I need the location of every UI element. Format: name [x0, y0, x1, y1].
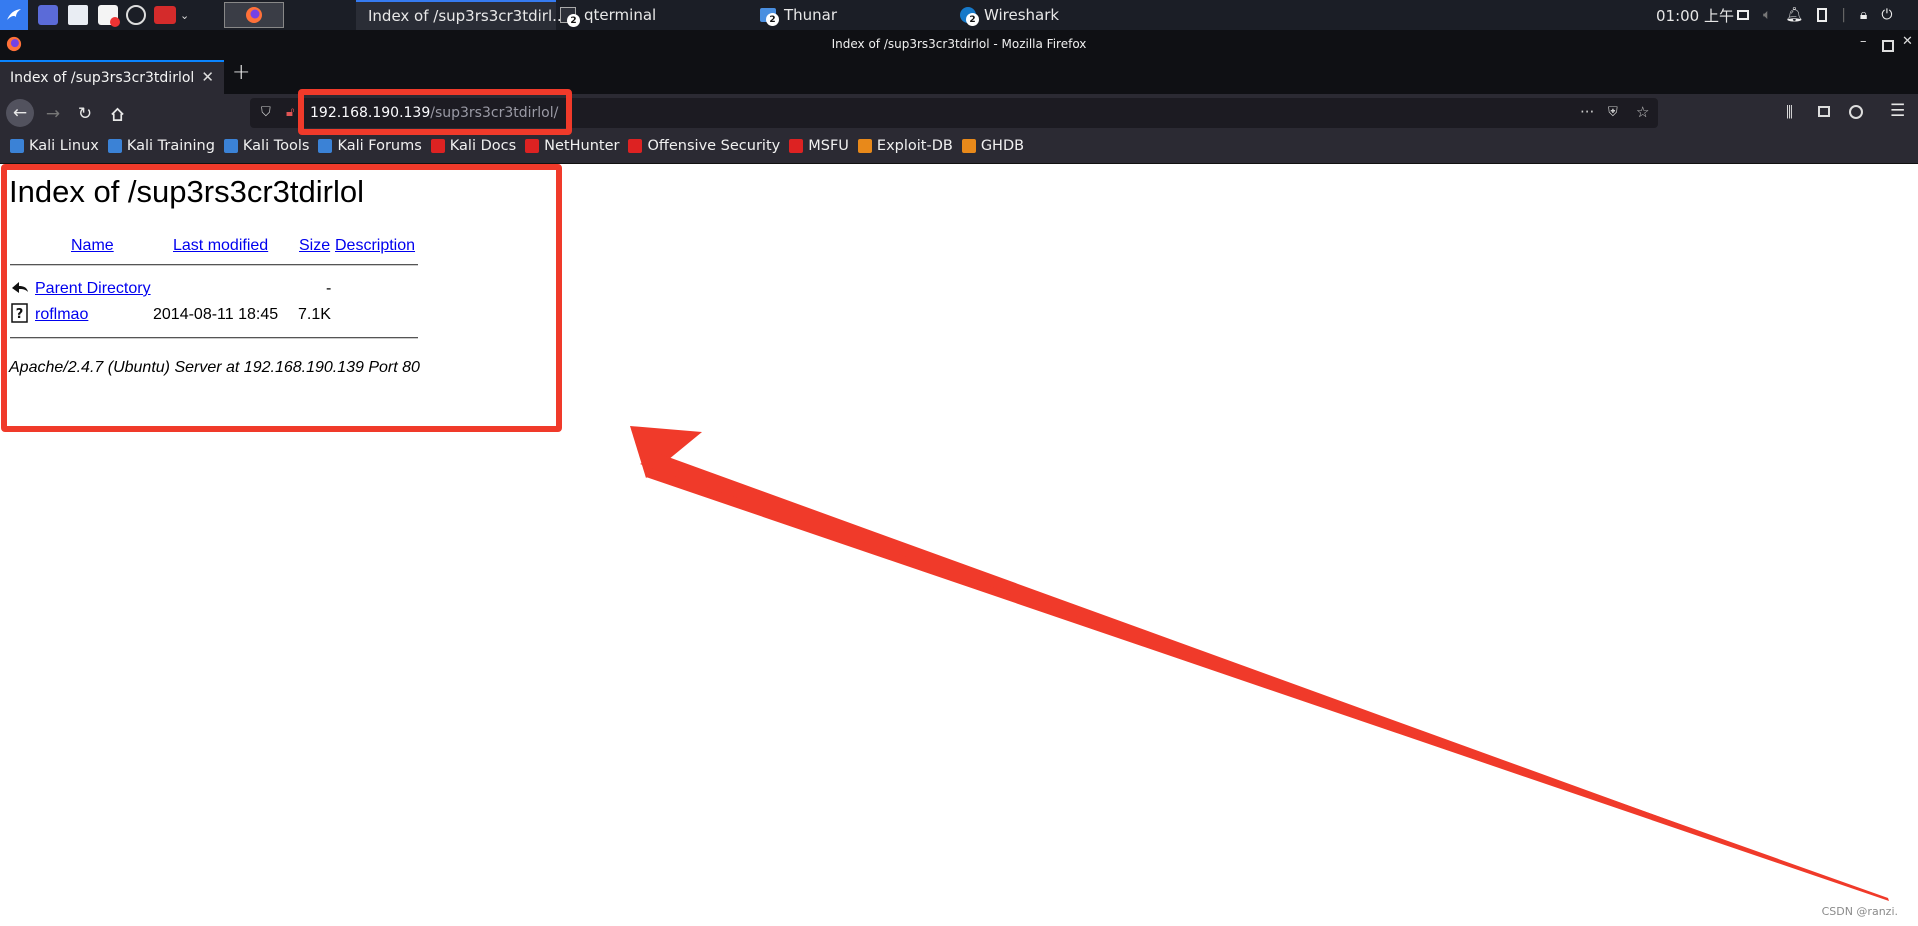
- annotation-arrow: [630, 426, 1889, 901]
- bookmark-label: MSFU: [808, 138, 849, 154]
- terminal-emulator-icon[interactable]: [154, 6, 176, 24]
- task-wireshark[interactable]: 2 Wireshark: [960, 0, 1059, 30]
- kali-icon: [223, 139, 238, 153]
- bookmarks-toolbar: Kali Linux Kali Training Kali Tools Kali Fo…: [0, 132, 1918, 164]
- display-icon[interactable]: [1737, 10, 1749, 20]
- window-count-badge: 2: [766, 13, 779, 26]
- task-label: qterminal: [584, 6, 657, 24]
- power-icon[interactable]: ⏻: [1881, 7, 1892, 23]
- annotation-url-highlight-box: [298, 89, 572, 135]
- chevron-down-icon[interactable]: ⌄: [180, 9, 189, 22]
- library-icon[interactable]: ⫼: [1786, 103, 1793, 121]
- desktop-icon[interactable]: [38, 5, 58, 25]
- tracking-shield-icon[interactable]: ⛉: [261, 105, 271, 120]
- bookmark-item[interactable]: Kali Tools: [223, 138, 310, 154]
- window-count-badge: 2: [567, 14, 580, 27]
- kali-dragon-icon: [7, 9, 21, 20]
- firefox-taskbar-launcher[interactable]: [224, 2, 284, 28]
- navigation-toolbar: ← → ↻ ⛉ 🔓︎ 192.168.190.139/sup3rs3cr3tdi…: [0, 94, 1918, 132]
- bookmark-label: Exploit-DB: [876, 138, 953, 154]
- home-icon: [110, 107, 124, 121]
- page-content: Index of /sup3rs3cr3tdirlol Name Last mo…: [0, 164, 1918, 926]
- notification-bell-icon[interactable]: 🔔︎: [1785, 7, 1803, 23]
- sidebar-icon[interactable]: [1818, 106, 1830, 117]
- bookmark-item[interactable]: Kali Forums: [318, 138, 422, 154]
- task-thunar[interactable]: 2 Thunar: [760, 0, 837, 30]
- offsec-icon: [628, 139, 643, 153]
- hamburger-menu-icon[interactable]: ☰: [1890, 101, 1905, 121]
- nethunter-icon: [525, 139, 540, 153]
- new-tab-button[interactable]: +: [232, 60, 250, 85]
- arrow-left-icon: ←: [12, 103, 28, 123]
- kali-icon: [10, 139, 24, 153]
- bookmark-item[interactable]: Kali Docs: [430, 138, 517, 154]
- launcher-icons: ⌄: [38, 0, 189, 30]
- wireshark-icon: 2: [960, 7, 979, 26]
- bookmark-label: Kali Tools: [242, 138, 310, 154]
- account-icon[interactable]: [1849, 105, 1863, 119]
- kali-docs-icon: [430, 139, 445, 153]
- window-titlebar: Index of /sup3rs3cr3tdirlol - Mozilla Fi…: [0, 30, 1918, 58]
- bookmark-item[interactable]: Exploit-DB: [857, 138, 953, 154]
- exploitdb-icon: [961, 139, 976, 153]
- bookmark-item[interactable]: NetHunter: [525, 138, 619, 154]
- bookmark-item[interactable]: MSFU: [789, 138, 849, 154]
- bookmark-star-icon[interactable]: ☆: [1636, 103, 1649, 121]
- tab-directory-index[interactable]: Index of /sup3rs3cr3tdirlol ✕: [0, 60, 224, 94]
- task-label: Wireshark: [984, 6, 1060, 24]
- exploitdb-icon: [857, 139, 872, 153]
- bookmark-label: Kali Linux: [29, 138, 99, 154]
- folder-icon: 2: [760, 8, 779, 26]
- bookmark-list: Kali Linux Kali Training Kali Tools Kali Fo…: [10, 138, 1033, 154]
- back-button[interactable]: ←: [6, 99, 34, 127]
- terminal-icon: 2: [560, 7, 580, 27]
- bookmark-item[interactable]: GHDB: [961, 138, 1025, 154]
- bookmark-label: GHDB: [980, 138, 1025, 154]
- window-title: Index of /sup3rs3cr3tdirlol - Mozilla Fi…: [831, 37, 1087, 51]
- bookmark-item[interactable]: Offensive Security: [628, 138, 780, 154]
- system-tray: 🔈︎ 🔔︎ | 🔒︎ ⏻: [1737, 0, 1892, 30]
- files-icon[interactable]: [68, 5, 88, 25]
- reload-icon: ↻: [77, 104, 93, 124]
- lock-icon[interactable]: 🔒︎: [1860, 7, 1867, 23]
- task-firefox[interactable]: Index of /sup3rs3cr3tdirl...: [356, 0, 566, 30]
- tab-label: Index of /sup3rs3cr3tdirlol: [10, 70, 195, 86]
- kali-menu-button[interactable]: [0, 0, 28, 30]
- window-count-badge: 2: [966, 13, 979, 26]
- arrow-right-icon: →: [45, 104, 61, 124]
- offsec-icon: [789, 139, 804, 153]
- bookmark-label: Kali Forums: [337, 138, 422, 154]
- close-icon[interactable]: ✕: [1902, 34, 1913, 49]
- page-actions-icon[interactable]: ···: [1580, 103, 1594, 121]
- watermark: CSDN @ranzi.: [1821, 905, 1898, 918]
- task-qterminal[interactable]: 2 qterminal: [560, 0, 656, 30]
- bookmark-label: Kali Training: [126, 138, 215, 154]
- insecure-lock-icon[interactable]: 🔓︎: [286, 105, 294, 120]
- kali-icon: [107, 139, 122, 153]
- volume-icon[interactable]: 🔈︎: [1763, 7, 1771, 23]
- firefox-icon: [246, 7, 262, 23]
- kali-icon: [318, 139, 333, 153]
- tab-strip: Index of /sup3rs3cr3tdirlol ✕ +: [0, 58, 1918, 94]
- tab-close-icon[interactable]: ✕: [201, 68, 214, 86]
- bookmark-item[interactable]: Kali Linux: [10, 138, 99, 154]
- reload-button[interactable]: ↻: [72, 101, 98, 127]
- minimize-icon[interactable]: –: [1860, 34, 1867, 49]
- pocket-icon[interactable]: ⛨: [1608, 105, 1618, 120]
- bookmark-label: Offensive Security: [647, 138, 781, 154]
- bookmark-label: NetHunter: [544, 138, 620, 154]
- home-button[interactable]: [104, 101, 130, 127]
- clock[interactable]: 01:00 上午: [1656, 0, 1734, 30]
- task-label: Thunar: [784, 6, 838, 24]
- forward-button[interactable]: →: [40, 101, 66, 127]
- maximize-icon[interactable]: [1882, 40, 1894, 52]
- system-taskbar: ⌄ Index of /sup3rs3cr3tdirl... 2 qtermin…: [0, 0, 1918, 30]
- bookmark-item[interactable]: Kali Training: [107, 138, 215, 154]
- bookmark-label: Kali Docs: [449, 138, 517, 154]
- web-browser-icon[interactable]: [126, 5, 146, 25]
- text-editor-icon[interactable]: [98, 5, 120, 27]
- task-label: Index of /sup3rs3cr3tdirl...: [368, 7, 567, 25]
- battery-icon[interactable]: [1817, 8, 1828, 22]
- separator: |: [1841, 7, 1846, 23]
